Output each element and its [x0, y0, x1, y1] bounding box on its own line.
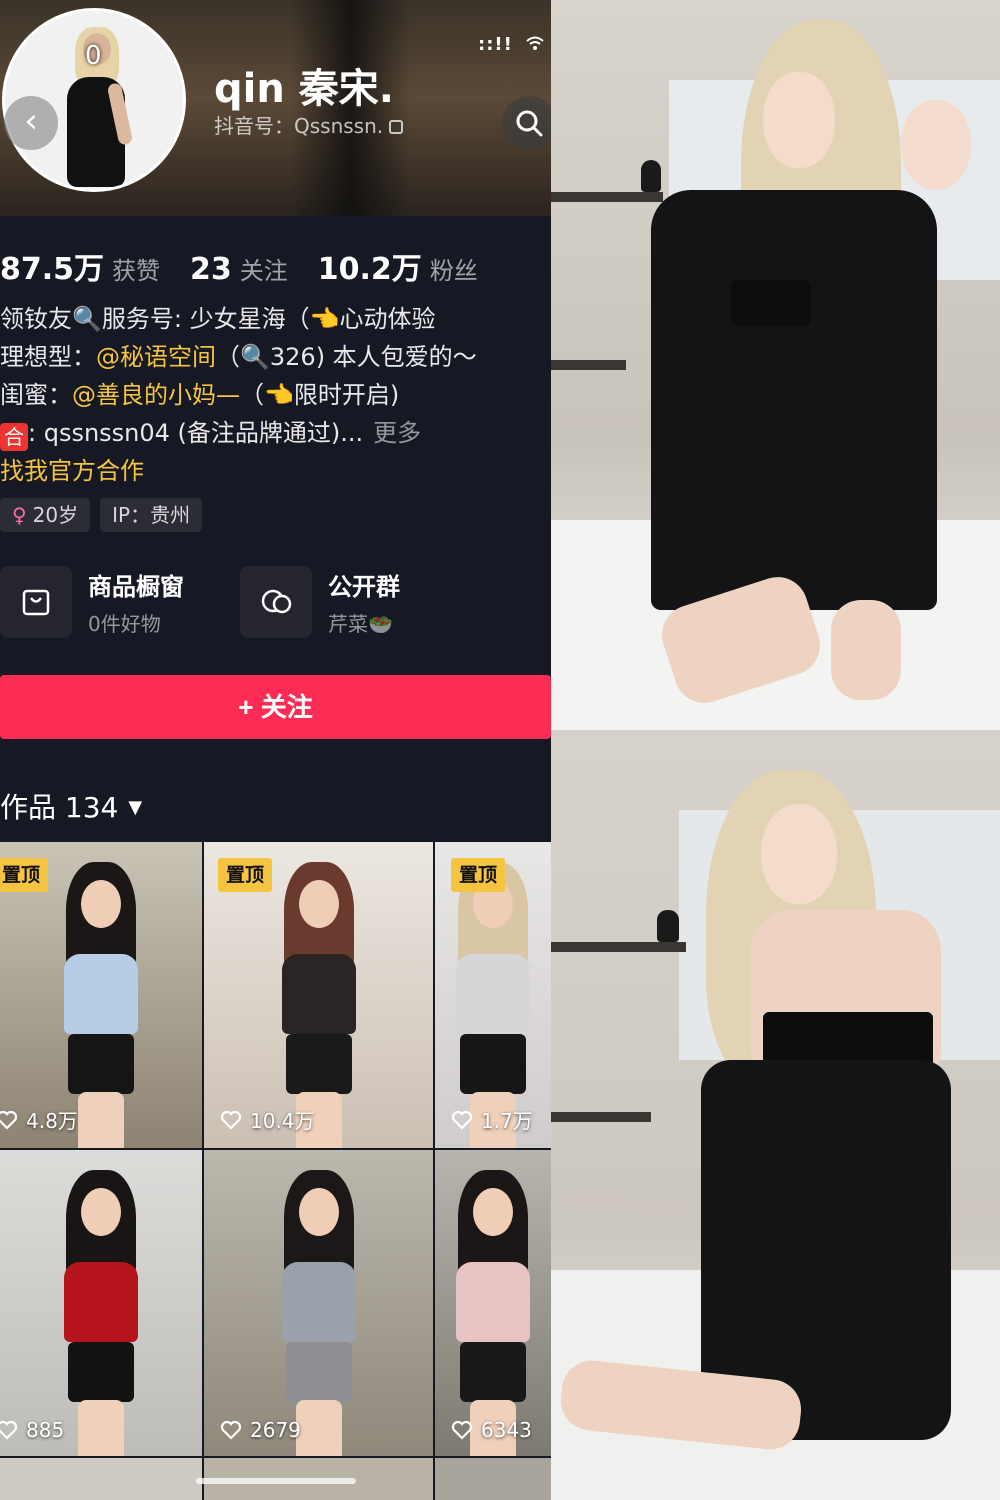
search-button[interactable]	[502, 96, 551, 150]
stat-label: 粉丝	[429, 257, 478, 285]
like-count-text: 885	[26, 1418, 65, 1442]
female-icon: ♀	[12, 503, 27, 527]
bio-text: : qssnssn04 (备注品牌通过)...	[28, 419, 364, 447]
profile-name: qin 秦宋.	[214, 66, 394, 112]
bio-line: 闺蜜：@善良的小妈—（👈限时开启)	[0, 376, 551, 414]
age-text: 20岁	[32, 503, 79, 527]
bio-text: 闺蜜：	[0, 381, 72, 409]
bio-line: 找我官方合作	[0, 452, 551, 490]
heart-icon	[451, 1110, 473, 1130]
status-bar: ::!!	[478, 34, 544, 55]
video-thumbnail[interactable]	[0, 1458, 202, 1500]
public-group-entry[interactable]: 公开群 芹菜🥗	[240, 566, 400, 638]
shortcut-title: 公开群	[328, 573, 400, 601]
video-thumbnail[interactable]: 置顶 1.7万	[435, 842, 551, 1148]
like-count-text: 6343	[481, 1418, 532, 1442]
pinned-badge: 置顶	[218, 858, 273, 892]
heart-icon	[0, 1420, 18, 1440]
bio-text: （🔍326) 本人包爱的～	[216, 343, 477, 371]
heart-icon	[220, 1420, 242, 1440]
shortcut-subtitle: 芹菜🥗	[328, 612, 393, 636]
cooperation-badge-icon: 合	[0, 423, 28, 451]
like-count-text: 4.8万	[26, 1109, 78, 1133]
bio-line: 理想型：@秘语空间（🔍326) 本人包爱的～	[0, 338, 551, 376]
like-count: 1.7万	[451, 1105, 533, 1134]
stat-label: 关注	[239, 257, 288, 285]
bio-text: （👈限时开启)	[240, 381, 400, 409]
bio-more-button[interactable]: 更多	[373, 419, 421, 447]
stat-likes: 87.5万 获赞	[0, 244, 160, 288]
copy-icon[interactable]	[389, 120, 404, 134]
video-thumbnail[interactable]: 置顶 10.4万	[204, 842, 433, 1148]
like-count-text: 1.7万	[481, 1109, 533, 1133]
like-count: 4.8万	[0, 1105, 78, 1134]
like-count: 885	[0, 1418, 64, 1442]
signal-icon: ::!!	[478, 34, 513, 55]
works-tab[interactable]: 作品 134 ▼	[0, 786, 142, 826]
bio-text: 理想型：	[0, 343, 96, 371]
heart-icon	[220, 1110, 242, 1130]
follow-button[interactable]: + 关注	[0, 675, 551, 739]
video-thumbnail[interactable]: 置顶 4.8万	[0, 842, 202, 1148]
chevron-left-icon: ‹	[24, 101, 38, 141]
stat-value: 23	[190, 252, 232, 287]
stat-value: 10.2万	[317, 252, 422, 287]
video-thumbnail[interactable]: 2679	[204, 1150, 433, 1456]
stat-label: 获赞	[112, 257, 161, 285]
caret-down-icon: ▼	[128, 797, 143, 818]
official-cooperation-link[interactable]: 找我官方合作	[0, 457, 144, 485]
photo-image	[551, 0, 1000, 730]
stat-followers[interactable]: 10.2万 粉丝	[318, 244, 478, 288]
age-tag: ♀ 20岁	[0, 498, 91, 532]
shortcut-title: 商品橱窗	[88, 573, 184, 601]
like-count-text: 10.4万	[250, 1109, 315, 1133]
bio-line: 领钕友🔍服务号: 少女星海（👈心动体验	[0, 305, 436, 333]
ip-tag: IP：贵州	[100, 498, 203, 532]
back-button[interactable]: ‹	[4, 96, 58, 150]
stat-value: 87.5万	[0, 252, 105, 287]
profile-shortcuts: 商品橱窗 0件好物 公开群 芹菜🥗	[0, 566, 400, 638]
shop-window-entry[interactable]: 商品橱窗 0件好物	[0, 566, 184, 638]
douyin-id-text: 抖音号：Qssnssn.	[214, 114, 384, 138]
search-icon	[516, 110, 543, 137]
profile-screen: 0 ‹ ::!! qin 秦宋. 抖音号：Qssnssn. 87.5万 获赞 2…	[0, 0, 551, 1500]
profile-tags: ♀ 20岁 IP：贵州	[0, 498, 203, 532]
heart-icon	[451, 1420, 473, 1440]
bio-mention-link[interactable]: @善良的小妈—	[72, 381, 240, 409]
heart-icon	[0, 1110, 18, 1130]
bio-mention-link[interactable]: @秘语空间	[96, 343, 216, 371]
wifi-icon	[526, 34, 544, 55]
pinned-badge: 置顶	[0, 858, 49, 892]
pinned-badge: 置顶	[451, 858, 506, 892]
photo-image	[551, 730, 1000, 1500]
video-thumbnail[interactable]: 6343	[435, 1150, 551, 1456]
group-chat-icon	[240, 566, 312, 638]
video-thumbnail[interactable]: 885	[0, 1150, 202, 1456]
profile-stats: 87.5万 获赞 23 关注 10.2万 粉丝	[0, 244, 478, 288]
profile-bio: 领钕友🔍服务号: 少女星海（👈心动体验 理想型：@秘语空间（🔍326) 本人包爱…	[0, 300, 551, 490]
like-count-text: 2679	[250, 1418, 301, 1442]
like-count: 2679	[220, 1418, 301, 1442]
shop-bag-icon	[0, 566, 72, 638]
works-count: 作品 134	[0, 791, 119, 824]
stat-following[interactable]: 23 关注	[190, 251, 288, 287]
douyin-id[interactable]: 抖音号：Qssnssn.	[214, 110, 404, 139]
shortcut-subtitle: 0件好物	[88, 612, 161, 636]
video-thumbnail[interactable]	[435, 1458, 551, 1500]
bio-line: 合: qssnssn04 (备注品牌通过)... 更多	[0, 414, 551, 452]
home-indicator	[196, 1478, 356, 1484]
avatar-number: 0	[85, 41, 102, 71]
like-count: 10.4万	[220, 1105, 315, 1134]
like-count: 6343	[451, 1418, 532, 1442]
